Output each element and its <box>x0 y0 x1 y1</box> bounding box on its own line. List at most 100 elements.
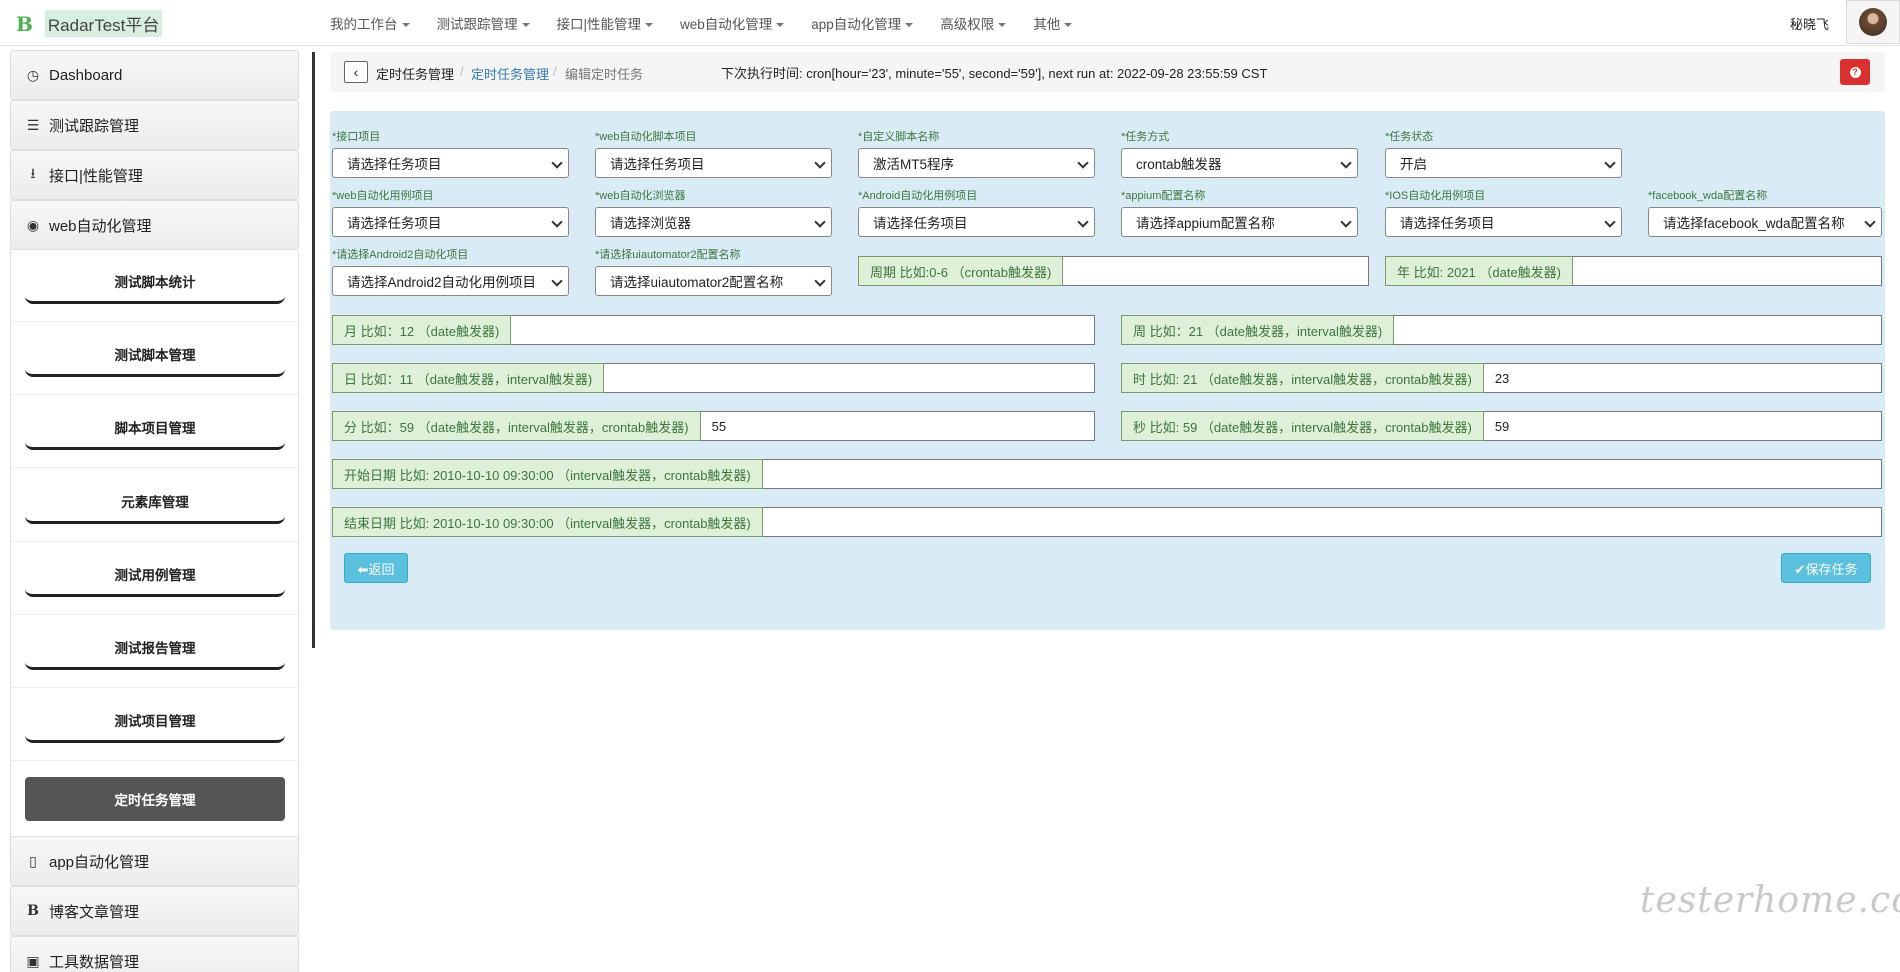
sidebar-sub-test-case[interactable]: 测试用例管理 <box>25 553 285 597</box>
sidebar-sub-script-stats[interactable]: 测试脚本统计 <box>25 260 285 304</box>
divider <box>11 321 298 322</box>
android-case-project-select[interactable]: 请选择任务项目 <box>858 207 1095 237</box>
chevron-down-icon <box>1340 157 1352 169</box>
nav-item-api-perf[interactable]: 接口|性能管理 <box>557 13 654 33</box>
chevron-down-icon <box>551 157 563 169</box>
field-label: *web自动化浏览器 <box>595 190 686 202</box>
blog-icon: B <box>27 903 39 919</box>
nav-item-other[interactable]: 其他 <box>1033 13 1073 33</box>
api-project-select[interactable]: 请选择任务项目 <box>332 148 569 178</box>
custom-script-select[interactable]: 激活MT5程序 <box>858 148 1095 178</box>
sidebar-item-app-auto[interactable]: ▯ app自动化管理 <box>10 836 299 886</box>
browser-select[interactable]: 请选择浏览器 <box>595 207 832 237</box>
dashboard-icon: ◷ <box>26 66 40 83</box>
nav-item-workbench[interactable]: 我的工作台 <box>330 13 410 33</box>
field-label: 周 比如：21 （date触发器，interval触发器) <box>1121 315 1395 345</box>
save-task-button[interactable]: ✔保存任务 <box>1781 553 1871 583</box>
sidebar-item-tool-data[interactable]: ▣ 工具数据管理 <box>10 936 299 972</box>
task-mode-select[interactable]: crontab触发器 <box>1121 148 1358 178</box>
sidebar-item-dashboard[interactable]: ◷ Dashboard <box>10 50 299 100</box>
help-button[interactable]: ? <box>1840 59 1870 85</box>
sidebar-item-test-tracking[interactable]: ☰ 测试跟踪管理 <box>10 100 299 150</box>
caret-down-icon <box>645 23 654 28</box>
sidebar-sub-test-project[interactable]: 测试项目管理 <box>25 699 285 743</box>
nav-menu: 我的工作台 测试跟踪管理 接口|性能管理 web自动化管理 app自动化管理 高… <box>330 0 1099 46</box>
week-input[interactable] <box>1394 315 1882 345</box>
divider <box>11 541 298 542</box>
field-label: *IOS自动化用例项目 <box>1385 190 1486 202</box>
top-navbar: B RadarTest平台 我的工作台 测试跟踪管理 接口|性能管理 web自动… <box>0 0 1900 46</box>
field-label: *任务方式 <box>1121 131 1170 143</box>
chevron-down-icon <box>814 216 826 228</box>
hour-input[interactable]: 23 <box>1483 363 1882 393</box>
sidebar-item-web-auto[interactable]: ◉ web自动化管理 <box>10 200 299 250</box>
user-name[interactable]: 秘晓飞 <box>1790 14 1829 33</box>
nav-item-app-auto[interactable]: app自动化管理 <box>811 13 914 33</box>
chevron-down-icon <box>1864 216 1876 228</box>
field-label: *Android自动化用例项目 <box>858 190 978 202</box>
nav-item-test-tracking[interactable]: 测试跟踪管理 <box>437 13 530 33</box>
year-input[interactable] <box>1573 256 1882 286</box>
task-status-select[interactable]: 开启 <box>1385 148 1622 178</box>
download-icon: ⭳ <box>30 165 36 181</box>
chevron-down-icon <box>814 275 826 287</box>
breadcrumb-link[interactable]: 定时任务管理 <box>471 64 549 83</box>
uiautomator2-config-select[interactable]: 请选择uiautomator2配置名称 <box>595 266 832 296</box>
field-label: 年 比如: 2021 （date触发器) <box>1385 256 1573 286</box>
start-date-input-group: 开始日期 比如: 2010-10-10 09:30:00 （interval触发… <box>332 459 1882 489</box>
ios-case-project-select[interactable]: 请选择任务项目 <box>1385 207 1622 237</box>
sidebar-sub-element-lib[interactable]: 元素库管理 <box>25 480 285 524</box>
chevron-down-icon <box>1077 157 1089 169</box>
next-run-time: 下次执行时间: cron[hour='23', minute='55', sec… <box>721 66 1268 81</box>
sidebar-item-api-perf[interactable]: ⭳ 接口|性能管理 <box>10 150 299 200</box>
appium-config-select[interactable]: 请选择appium配置名称 <box>1121 207 1358 237</box>
field-label: 秒 比如: 59 （date触发器，interval触发器，crontab触发器… <box>1121 411 1484 441</box>
caret-down-icon <box>998 23 1007 28</box>
caret-down-icon <box>776 23 785 28</box>
sidebar-item-blog[interactable]: B 博客文章管理 <box>10 886 299 936</box>
field-label: *任务状态 <box>1385 131 1434 143</box>
field-label: 日 比如：11 （date触发器，interval触发器) <box>332 363 605 393</box>
minute-input[interactable]: 55 <box>700 411 1095 441</box>
avatar-button[interactable] <box>1846 0 1900 44</box>
chevron-down-icon <box>1604 216 1616 228</box>
web-case-project-select[interactable]: 请选择任务项目 <box>332 207 569 237</box>
month-input[interactable] <box>511 315 1095 345</box>
brand[interactable]: B RadarTest平台 <box>16 10 163 37</box>
chevron-down-icon <box>1340 216 1352 228</box>
avatar <box>1859 8 1887 36</box>
android2-project-select[interactable]: 请选择Android2自动化用例项目 <box>332 266 569 296</box>
field-label: 结束日期 比如: 2010-10-10 09:30:00 （interval触发… <box>332 507 763 537</box>
web-script-project-select[interactable]: 请选择任务项目 <box>595 148 832 178</box>
field-label: *请选择uiautomator2配置名称 <box>595 249 741 261</box>
brand-name: RadarTest平台 <box>44 10 163 37</box>
task-form-panel: *接口项目 请选择任务项目 *web自动化脚本项目 请选择任务项目 *自定义脚本… <box>330 111 1885 630</box>
mobile-icon: ▯ <box>29 852 37 869</box>
field-label: *web自动化用例项目 <box>332 190 434 202</box>
nav-item-admin[interactable]: 高级权限 <box>940 13 1007 33</box>
breadcrumb-root[interactable]: 定时任务管理 <box>376 64 454 83</box>
week-input-group: 周 比如：21 （date触发器，interval触发器) <box>1121 315 1882 345</box>
field-label: *接口项目 <box>332 131 381 143</box>
nav-item-web-auto[interactable]: web自动化管理 <box>680 13 785 33</box>
sidebar-sub-scheduled-task[interactable]: 定时任务管理 <box>25 777 285 821</box>
end-date-input[interactable] <box>762 507 1882 537</box>
back-button[interactable]: ⬅返回 <box>344 553 408 583</box>
second-input[interactable]: 59 <box>1483 411 1882 441</box>
weekday-input[interactable] <box>1063 256 1369 286</box>
facebook-wda-config-select[interactable]: 请选择facebook_wda配置名称 <box>1648 207 1882 237</box>
sidebar-sub-script-manage[interactable]: 测试脚本管理 <box>25 333 285 377</box>
start-date-input[interactable] <box>762 459 1882 489</box>
question-icon: ? <box>1849 66 1861 78</box>
field-label: *appium配置名称 <box>1121 190 1206 202</box>
day-input[interactable] <box>604 363 1095 393</box>
field-label: *自定义脚本名称 <box>858 131 940 143</box>
divider <box>11 687 298 688</box>
minute-input-group: 分 比如：59 （date触发器，interval触发器，crontab触发器)… <box>332 411 1095 441</box>
back-arrow-button[interactable]: ‹ <box>344 61 368 83</box>
sidebar-sub-test-report[interactable]: 测试报告管理 <box>25 626 285 670</box>
sidebar-sub-script-project[interactable]: 脚本项目管理 <box>25 406 285 450</box>
caret-down-icon <box>905 23 914 28</box>
day-input-group: 日 比如：11 （date触发器，interval触发器) <box>332 363 1095 393</box>
breadcrumb-separator: / <box>553 64 557 79</box>
